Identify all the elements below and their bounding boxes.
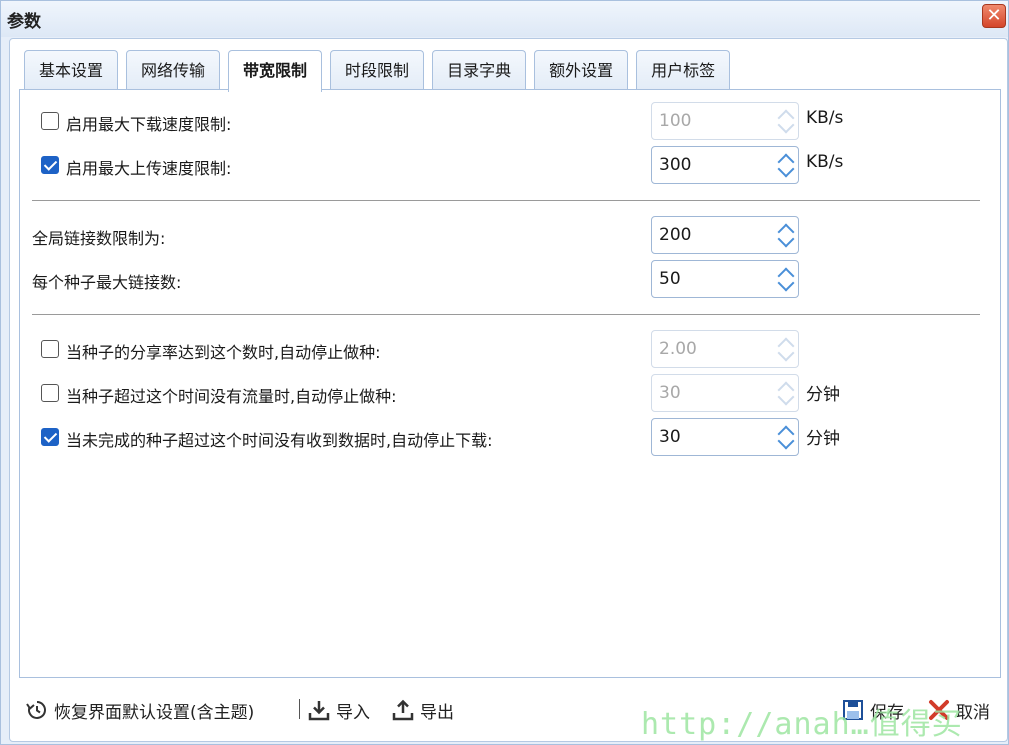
download-limit-row: 启用最大下载速度限制: 100 KB/s — [20, 102, 1000, 140]
idle-seed-checkbox[interactable] — [41, 384, 59, 402]
idle-download-value: 30 — [659, 427, 681, 447]
per-torrent-connections-row: 每个种子最大链接数: 50 — [20, 260, 1000, 298]
download-limit-spinner[interactable]: 100 — [651, 102, 799, 140]
idle-seed-unit: 分钟 — [806, 385, 840, 405]
ratio-stop-label: 当种子的分享率达到这个数时,自动停止做种: — [66, 343, 381, 362]
tab-bar: 基本设置 网络传输 带宽限制 时段限制 目录字典 额外设置 用户标签 — [24, 50, 738, 92]
settings-panel: 基本设置 网络传输 带宽限制 时段限制 目录字典 额外设置 用户标签 启用最大下… — [9, 38, 1008, 742]
upload-limit-label: 启用最大上传速度限制: — [66, 159, 232, 178]
window-title: 参数 — [7, 12, 41, 32]
tab-extra[interactable]: 额外设置 — [534, 50, 629, 90]
ratio-stop-value: 2.00 — [659, 339, 697, 359]
global-connections-label: 全局链接数限制为: — [32, 229, 166, 248]
idle-download-label: 当未完成的种子超过这个时间没有收到数据时,自动停止下载: — [66, 431, 493, 450]
watermark-text: http://anah…值得买 — [641, 707, 963, 742]
idle-download-spinner[interactable]: 30 — [651, 418, 799, 456]
title-bar: 参数 ✕ — [1, 1, 1008, 37]
upload-limit-value: 300 — [659, 155, 692, 175]
idle-download-row: 当未完成的种子超过这个时间没有收到数据时,自动停止下载: 30 分钟 — [20, 418, 1000, 456]
tab-bandwidth[interactable]: 带宽限制 — [228, 50, 323, 92]
import-label: 导入 — [336, 702, 370, 723]
idle-download-checkbox[interactable] — [41, 428, 59, 446]
idle-download-unit: 分钟 — [806, 429, 840, 449]
upload-limit-unit: KB/s — [806, 152, 844, 172]
per-torrent-connections-label: 每个种子最大链接数: — [32, 273, 182, 292]
idle-seed-spinner[interactable]: 30 — [651, 374, 799, 412]
restore-icon — [26, 701, 46, 719]
tab-basic[interactable]: 基本设置 — [24, 50, 119, 90]
download-limit-label: 启用最大下载速度限制: — [66, 115, 232, 134]
per-torrent-connections-value: 50 — [659, 269, 681, 289]
tab-schedule[interactable]: 时段限制 — [330, 50, 425, 90]
tab-network[interactable]: 网络传输 — [126, 50, 221, 90]
ratio-stop-checkbox[interactable] — [41, 340, 59, 358]
export-button[interactable]: 导出 — [392, 696, 454, 724]
divider — [299, 699, 300, 719]
export-label: 导出 — [420, 702, 454, 723]
reset-defaults-label: 恢复界面默认设置(含主题) — [54, 702, 255, 723]
idle-seed-label: 当种子超过这个时间没有流量时,自动停止做种: — [66, 387, 397, 406]
download-tray-icon — [308, 701, 330, 721]
upload-tray-icon — [392, 699, 414, 721]
download-limit-value: 100 — [659, 111, 692, 131]
close-button[interactable]: ✕ — [982, 4, 1006, 28]
global-connections-spinner[interactable]: 200 — [651, 216, 799, 254]
divider — [32, 200, 980, 201]
per-torrent-connections-spinner[interactable]: 50 — [651, 260, 799, 298]
divider — [32, 314, 980, 315]
settings-window: 参数 ✕ 基本设置 网络传输 带宽限制 时段限制 目录字典 额外设置 用户标签 … — [0, 0, 1009, 745]
idle-seed-value: 30 — [659, 383, 681, 403]
upload-limit-row: 启用最大上传速度限制: 300 KB/s — [20, 146, 1000, 184]
tab-directory[interactable]: 目录字典 — [432, 50, 527, 90]
download-limit-unit: KB/s — [806, 108, 844, 128]
ratio-stop-row: 当种子的分享率达到这个数时,自动停止做种: 2.00 — [20, 330, 1000, 368]
upload-limit-spinner[interactable]: 300 — [651, 146, 799, 184]
ratio-stop-spinner[interactable]: 2.00 — [651, 330, 799, 368]
reset-defaults-button[interactable]: 恢复界面默认设置(含主题) — [26, 696, 254, 724]
bandwidth-content: 启用最大下载速度限制: 100 KB/s 启用最大上传速度限制: 300 KB/… — [19, 89, 1001, 678]
idle-seed-row: 当种子超过这个时间没有流量时,自动停止做种: 30 分钟 — [20, 374, 1000, 412]
global-connections-row: 全局链接数限制为: 200 — [20, 216, 1000, 254]
download-limit-checkbox[interactable] — [41, 112, 59, 130]
global-connections-value: 200 — [659, 225, 692, 245]
import-button[interactable]: 导入 — [308, 696, 370, 724]
tab-user-labels[interactable]: 用户标签 — [636, 50, 731, 90]
upload-limit-checkbox[interactable] — [41, 156, 59, 174]
